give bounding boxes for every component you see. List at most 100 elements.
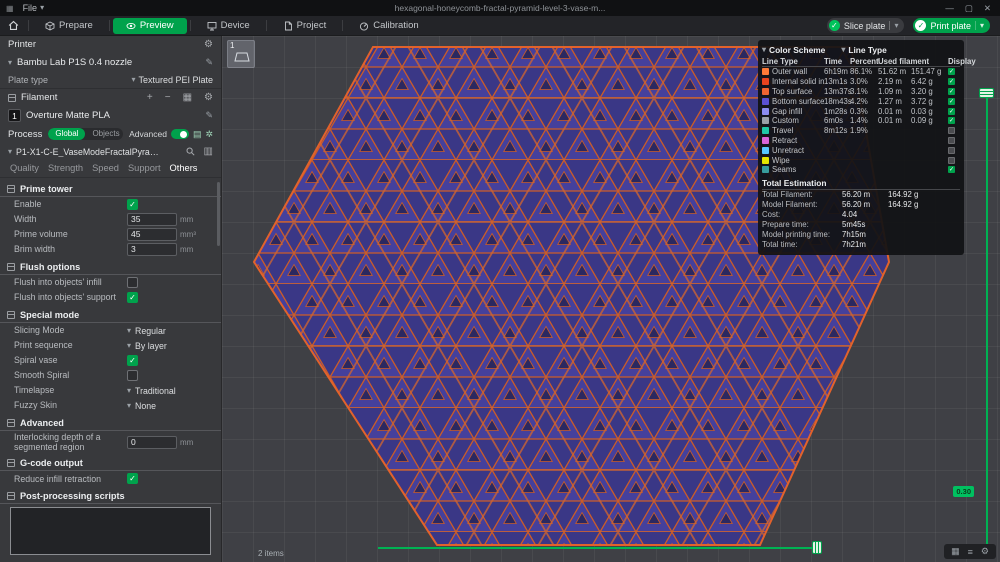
legend-time: 8m12s [824,126,848,136]
legend-row: Outer wall 6h19m 86.1% 51.62 m 151.47 g ✓ [762,67,960,77]
home-tab[interactable] [0,20,26,31]
checkbox[interactable] [127,277,138,288]
display-checkbox[interactable]: ✓ [948,107,955,115]
advanced-toggle[interactable] [170,129,189,139]
chevron-down-icon[interactable]: ▾ [894,21,898,30]
settings-gear-icon[interactable]: ⚙ [981,546,989,557]
file-menu[interactable]: File ▾ [18,0,50,16]
scope-global[interactable]: Global [48,128,86,140]
display-checkbox[interactable] [948,156,955,164]
section-header[interactable]: Prime tower [0,182,221,197]
param-tab-others[interactable]: Others [170,163,198,173]
section-header[interactable]: G-code output [0,456,221,472]
legend-time: 1m28s [824,106,848,116]
value-input[interactable]: 0 [127,435,177,449]
setting-row: Fuzzy Skin ▾ None [0,398,221,413]
minimize-button[interactable]: — [945,3,954,14]
tab-label: Prepare [59,20,93,31]
scope-objects[interactable]: Objects [85,128,123,140]
select[interactable]: ▾ Traditional [127,386,176,396]
checkbox[interactable]: ✓ [127,292,138,303]
post-processing-scripts-input[interactable] [10,507,211,556]
section-header[interactable]: Post-processing scripts [0,489,221,505]
plate-type-select[interactable]: ▾ Textured PEI Plate [131,75,213,85]
param-tab-speed[interactable]: Speed [92,163,119,173]
tab-device[interactable]: Device [194,18,263,34]
printer-settings-gear-icon[interactable]: ⚙ [204,39,213,50]
color-swatch [762,146,769,154]
select[interactable]: ▾ None [127,401,156,411]
legend-used_m: 0.01 m [878,106,902,116]
edit-filament-icon[interactable]: ✎ [205,110,213,121]
add-filament-button[interactable]: + [147,92,153,103]
grid-view-icon[interactable]: ▦ [951,546,960,557]
printer-select[interactable]: ▾ Bambu Lab P1S 0.4 nozzle ✎ [0,53,221,72]
line-type-label: Outer wall [772,67,808,77]
edit-printer-icon[interactable]: ✎ [205,57,213,68]
move-slider-track[interactable] [378,547,818,549]
layer-slider-handle[interactable] [979,88,994,98]
preview-3d-viewport[interactable]: 1 ▾ Color Scheme ▾ Line Type Line Type T… [222,36,1000,562]
filament-row[interactable]: 1 Overture Matte PLA ✎ [0,106,221,125]
preset-list-icon[interactable]: ▥ [204,146,213,157]
unit-label: mm [180,245,194,254]
checkbox[interactable]: ✓ [127,473,138,485]
color-scheme-select[interactable]: ▾ Color Scheme [762,45,825,55]
display-checkbox[interactable]: ✓ [948,78,955,86]
display-checkbox[interactable]: ✓ [948,87,955,95]
line-type-select[interactable]: ▾ Line Type [841,45,886,55]
maximize-button[interactable]: ▢ [965,3,973,14]
param-tab-strength[interactable]: Strength [48,163,83,173]
print-plate-button[interactable]: ✓ Print plate ▾ [913,18,990,33]
section-header[interactable]: Advanced [0,416,221,431]
chevron-down-icon[interactable]: ▾ [980,21,984,30]
checkbox[interactable]: ✓ [127,199,138,210]
plate-thumbnail[interactable]: 1 [227,40,255,68]
move-slider-handle[interactable] [812,541,822,554]
display-checkbox[interactable]: ✓ [948,166,955,174]
section-header[interactable]: Special mode [0,308,221,323]
color-swatch [762,166,769,174]
remove-filament-button[interactable]: − [165,92,171,103]
reset-icon[interactable]: ✲ [205,129,213,140]
section-icon [7,419,15,427]
process-scope-toggle[interactable]: Global Objects [48,128,124,140]
display-checkbox[interactable] [948,136,955,144]
search-icon[interactable] [186,147,195,156]
slice-plate-button[interactable]: ✓ Slice plate ▾ [826,18,905,33]
flush-matrix-icon[interactable]: ▦ [183,92,192,103]
select[interactable]: ▾ By layer [127,341,167,351]
display-checkbox[interactable] [948,127,955,135]
legend-time: 13m1s [824,77,848,87]
object-list-icon[interactable]: ≡ [968,547,973,557]
project-icon [283,21,293,31]
setting-row: Print sequence ▾ By layer [0,338,221,353]
legend-used_m: 1.27 m [878,96,902,106]
checkbox[interactable] [127,370,138,381]
select[interactable]: ▾ Regular [127,326,166,336]
setting-row: Flush into objects' infill [0,275,221,290]
value-input[interactable]: 3 [127,243,177,256]
display-checkbox[interactable]: ✓ [948,117,955,125]
display-checkbox[interactable]: ✓ [948,68,955,76]
tab-label: Calibration [373,20,419,31]
process-preset-select[interactable]: ▾ P1-X1-C-E_VaseModeFractalPyramid_04Noz… [0,143,221,160]
tab-prepare[interactable]: Prepare [32,18,106,34]
layer-slider-track[interactable] [986,94,988,546]
tab-project[interactable]: Project [270,18,340,34]
param-tab-support[interactable]: Support [128,163,161,173]
tab-preview[interactable]: Preview [112,17,187,34]
section-header[interactable]: Flush options [0,260,221,275]
filament-settings-gear-icon[interactable]: ⚙ [204,92,213,103]
scrollbar[interactable] [217,182,220,246]
close-button[interactable]: ✕ [984,3,991,14]
param-tab-quality[interactable]: Quality [10,163,39,173]
display-checkbox[interactable]: ✓ [948,97,955,105]
display-checkbox[interactable] [948,146,955,154]
tab-calibration[interactable]: Calibration [346,18,431,34]
checkbox[interactable]: ✓ [127,355,138,366]
section-icon [7,263,15,271]
value-input[interactable]: 45 [127,228,177,241]
value-input[interactable]: 35 [127,213,177,226]
compare-presets-icon[interactable]: ▤ [193,129,202,140]
